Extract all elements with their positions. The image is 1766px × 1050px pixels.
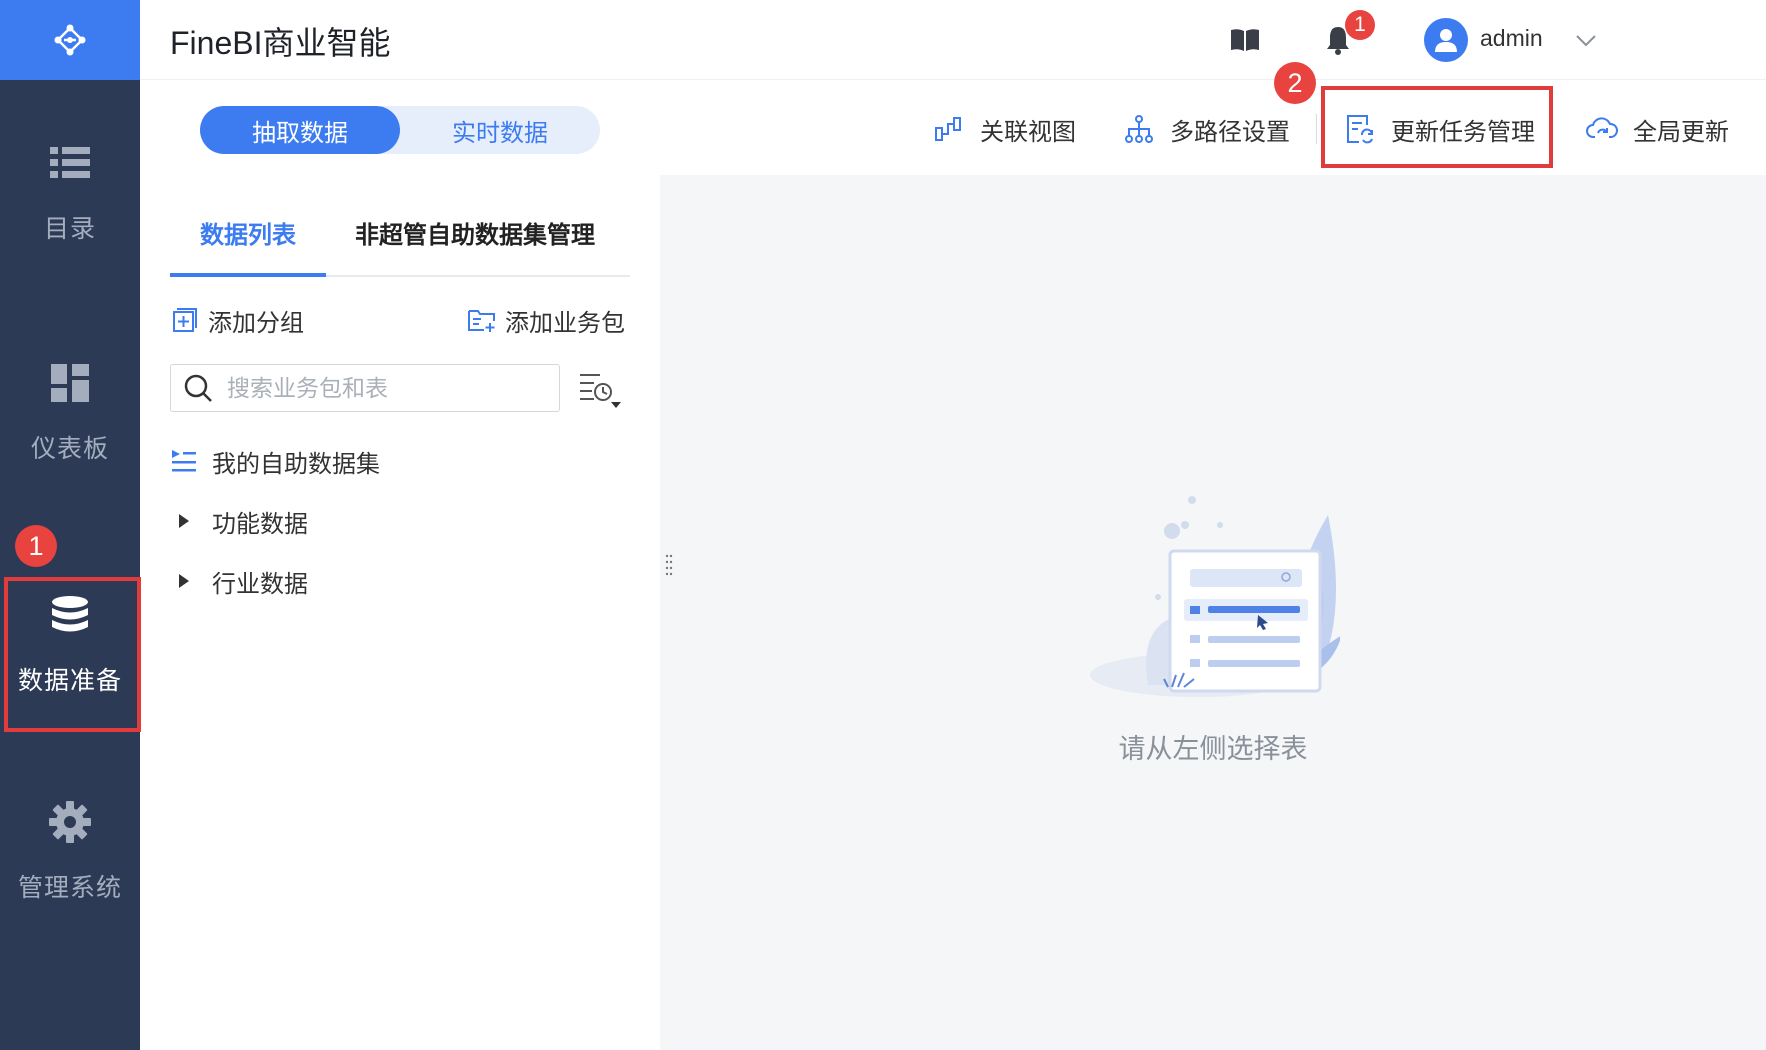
app-title: FineBI商业智能 [170, 25, 391, 61]
user-icon [1435, 29, 1457, 52]
sidebar-item-catalog[interactable]: 目录 [0, 118, 140, 268]
avatar[interactable] [1424, 18, 1468, 62]
gear-icon [48, 800, 92, 844]
filter-by-time-icon[interactable] [578, 370, 622, 410]
logo-icon [54, 24, 86, 56]
multipath-settings-button[interactable]: 多路径设置 [1122, 108, 1290, 150]
self-service-list-icon [170, 447, 198, 475]
empty-state-illustration [1090, 496, 1340, 697]
empty-state-message: 请从左侧选择表 [1118, 734, 1308, 764]
tab-self-service-dataset-management[interactable]: 非超管自助数据集管理 [355, 215, 595, 250]
tree-item-label: 功能数据 [212, 510, 308, 538]
mode-realtime-data[interactable]: 实时数据 [400, 106, 600, 154]
sidebar-item-label: 目录 [43, 215, 96, 243]
app-logo[interactable] [0, 0, 140, 80]
sidebar-item-label: 管理系统 [17, 874, 122, 902]
data-mode-toggle: 抽取数据 实时数据 [200, 106, 600, 154]
step-marker-2: 2 [1274, 62, 1316, 104]
chevron-down-icon[interactable] [1574, 30, 1598, 50]
relation-view-label: 关联视图 [980, 118, 1076, 146]
cloud-refresh-icon [1585, 112, 1619, 146]
sidebar-item-system[interactable]: 管理系统 [0, 777, 140, 927]
toolbar-divider [1316, 114, 1317, 144]
data-list-panel: 数据列表 非超管自助数据集管理 添加分组 添加业务包 搜索业务包和表 我的自助数… [140, 175, 660, 1050]
highlight-box-update-task [1321, 86, 1553, 168]
sidebar-item-dashboard[interactable]: 仪表板 [0, 338, 140, 488]
multipath-icon [1122, 112, 1156, 146]
active-tab-indicator [170, 273, 326, 277]
global-update-label: 全局更新 [1633, 118, 1729, 146]
tree-item-label: 我的自助数据集 [212, 450, 380, 478]
list-icon [48, 141, 92, 185]
step-marker-1: 1 [15, 525, 57, 567]
help-book-icon[interactable] [1227, 22, 1263, 58]
global-update-button[interactable]: 全局更新 [1585, 108, 1729, 150]
notification-badge: 1 [1345, 10, 1375, 40]
username[interactable]: admin [1480, 25, 1543, 52]
tab-data-list[interactable]: 数据列表 [200, 215, 296, 250]
search-icon [184, 374, 212, 402]
multipath-settings-label: 多路径设置 [1170, 118, 1290, 146]
highlight-box-data-prep [4, 577, 141, 732]
add-folder-icon [467, 305, 497, 335]
relation-view-button[interactable]: 关联视图 [932, 108, 1076, 150]
add-group-icon [170, 305, 200, 335]
add-business-package-label: 添加业务包 [505, 309, 625, 337]
search-input[interactable] [227, 374, 547, 402]
mode-extract-data[interactable]: 抽取数据 [200, 106, 400, 154]
panel-resize-handle[interactable] [664, 553, 674, 579]
caret-right-icon[interactable] [170, 507, 198, 535]
tree-item-my-self-service-dataset[interactable]: 我的自助数据集 [170, 441, 380, 481]
add-business-package-button[interactable]: 添加业务包 [467, 300, 625, 340]
add-group-button[interactable]: 添加分组 [170, 300, 304, 340]
relation-view-icon [932, 112, 966, 146]
caret-right-icon[interactable] [170, 567, 198, 595]
tree-item-industry-data[interactable]: 行业数据 [170, 561, 308, 601]
tree-item-function-data[interactable]: 功能数据 [170, 501, 308, 541]
main-content-area: 请从左侧选择表 [660, 175, 1766, 1050]
sidebar: 目录 仪表板 数据准备 管理系统 [0, 0, 140, 1050]
add-group-label: 添加分组 [208, 309, 304, 337]
dashboard-icon [48, 361, 92, 405]
sidebar-item-label: 仪表板 [30, 435, 109, 463]
search-field[interactable] [170, 364, 560, 412]
tree-item-label: 行业数据 [212, 570, 308, 598]
